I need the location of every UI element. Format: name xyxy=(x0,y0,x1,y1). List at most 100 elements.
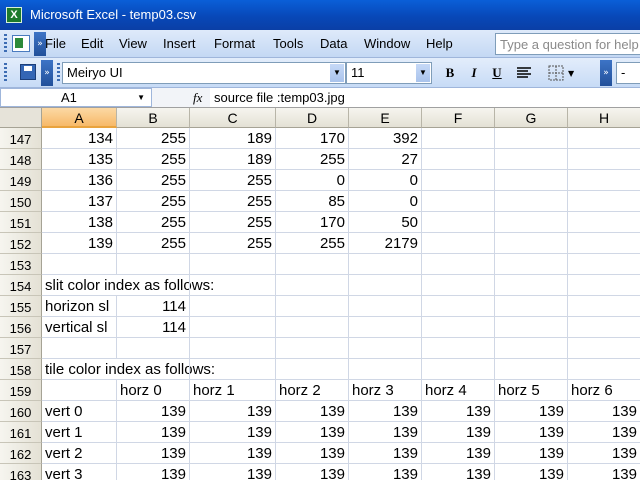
cell-h153[interactable] xyxy=(568,254,640,275)
cell-d154[interactable] xyxy=(276,275,349,296)
cell-a152[interactable]: 139 xyxy=(42,233,117,254)
row-header[interactable]: 158 xyxy=(0,359,42,380)
cell-g154[interactable] xyxy=(495,275,568,296)
cell-f159[interactable]: horz 4 xyxy=(422,380,495,401)
chevron-down-icon[interactable]: ▼ xyxy=(137,90,145,106)
cell-g150[interactable] xyxy=(495,191,568,212)
cell-e160[interactable]: 139 xyxy=(349,401,422,422)
cell-e148[interactable]: 27 xyxy=(349,149,422,170)
cell-b159[interactable]: horz 0 xyxy=(117,380,190,401)
cell-b154[interactable] xyxy=(117,275,190,296)
borders-dropdown-arrow[interactable]: ▼ xyxy=(568,69,574,78)
cell-h159[interactable]: horz 6 xyxy=(568,380,640,401)
cell-b152[interactable]: 255 xyxy=(117,233,190,254)
cell-e155[interactable] xyxy=(349,296,422,317)
align-left-icon[interactable] xyxy=(514,63,534,83)
cell-f154[interactable] xyxy=(422,275,495,296)
cell-g147[interactable] xyxy=(495,128,568,149)
formula-input[interactable]: source file :temp03.jpg xyxy=(210,88,640,107)
menu-edit[interactable]: Edit xyxy=(81,36,103,51)
menu-file[interactable]: File xyxy=(45,36,66,51)
chevron-down-icon[interactable]: ▼ xyxy=(330,64,344,82)
row-header[interactable]: 155 xyxy=(0,296,42,317)
cell-e156[interactable] xyxy=(349,317,422,338)
row-header[interactable]: 162 xyxy=(0,443,42,464)
insert-function-icon[interactable]: fx xyxy=(193,90,202,106)
cell-e149[interactable]: 0 xyxy=(349,170,422,191)
cell-a149[interactable]: 136 xyxy=(42,170,117,191)
cell-f157[interactable] xyxy=(422,338,495,359)
cell-g159[interactable]: horz 5 xyxy=(495,380,568,401)
cell-c154[interactable] xyxy=(190,275,276,296)
cell-c151[interactable]: 255 xyxy=(190,212,276,233)
cell-b163[interactable]: 139 xyxy=(117,464,190,480)
cell-f156[interactable] xyxy=(422,317,495,338)
cell-h149[interactable] xyxy=(568,170,640,191)
cell-c162[interactable]: 139 xyxy=(190,443,276,464)
cell-e161[interactable]: 139 xyxy=(349,422,422,443)
cell-d156[interactable] xyxy=(276,317,349,338)
cell-b149[interactable]: 255 xyxy=(117,170,190,191)
cell-c153[interactable] xyxy=(190,254,276,275)
cell-b161[interactable]: 139 xyxy=(117,422,190,443)
cell-b148[interactable]: 255 xyxy=(117,149,190,170)
cell-h160[interactable]: 139 xyxy=(568,401,640,422)
toolbar-options-chevron[interactable]: » xyxy=(41,60,53,86)
cell-f155[interactable] xyxy=(422,296,495,317)
cell-a161[interactable]: vert 1 xyxy=(42,422,117,443)
cell-d161[interactable]: 139 xyxy=(276,422,349,443)
toolbar-grip-handle[interactable] xyxy=(4,63,7,83)
select-all-corner[interactable] xyxy=(0,108,42,128)
cell-g152[interactable] xyxy=(495,233,568,254)
cell-d147[interactable]: 170 xyxy=(276,128,349,149)
cell-c158[interactable] xyxy=(190,359,276,380)
cell-a154[interactable]: slit color index as follows: xyxy=(42,275,214,296)
cell-g158[interactable] xyxy=(495,359,568,380)
cell-a148[interactable]: 135 xyxy=(42,149,117,170)
cell-f161[interactable]: 139 xyxy=(422,422,495,443)
chevron-down-icon[interactable]: ▼ xyxy=(416,64,430,82)
column-header-h[interactable]: H xyxy=(568,108,640,128)
menu-tools[interactable]: Tools xyxy=(273,36,303,51)
cell-a153[interactable] xyxy=(42,254,117,275)
borders-icon[interactable] xyxy=(546,63,566,83)
row-header[interactable]: 163 xyxy=(0,464,42,480)
cell-b153[interactable] xyxy=(117,254,190,275)
cell-e162[interactable]: 139 xyxy=(349,443,422,464)
column-header-f[interactable]: F xyxy=(422,108,495,128)
workbook-icon[interactable] xyxy=(12,35,30,52)
cell-c159[interactable]: horz 1 xyxy=(190,380,276,401)
cell-d148[interactable]: 255 xyxy=(276,149,349,170)
cell-b160[interactable]: 139 xyxy=(117,401,190,422)
cell-f150[interactable] xyxy=(422,191,495,212)
menu-data[interactable]: Data xyxy=(320,36,347,51)
cell-f163[interactable]: 139 xyxy=(422,464,495,480)
cell-e150[interactable]: 0 xyxy=(349,191,422,212)
cell-e151[interactable]: 50 xyxy=(349,212,422,233)
column-header-a[interactable]: A xyxy=(42,108,117,128)
cell-f148[interactable] xyxy=(422,149,495,170)
cell-a147[interactable]: 134 xyxy=(42,128,117,149)
cell-f149[interactable] xyxy=(422,170,495,191)
cell-a162[interactable]: vert 2 xyxy=(42,443,117,464)
row-header[interactable]: 157 xyxy=(0,338,42,359)
cell-e154[interactable] xyxy=(349,275,422,296)
row-header[interactable]: 147 xyxy=(0,128,42,149)
cell-f158[interactable] xyxy=(422,359,495,380)
cell-e158[interactable] xyxy=(349,359,422,380)
cell-h158[interactable] xyxy=(568,359,640,380)
cell-d155[interactable] xyxy=(276,296,349,317)
cell-b158[interactable] xyxy=(117,359,190,380)
row-header[interactable]: 152 xyxy=(0,233,42,254)
cell-d151[interactable]: 170 xyxy=(276,212,349,233)
cell-f151[interactable] xyxy=(422,212,495,233)
cell-h152[interactable] xyxy=(568,233,640,254)
cell-c149[interactable]: 255 xyxy=(190,170,276,191)
cell-b150[interactable]: 255 xyxy=(117,191,190,212)
name-box[interactable]: A1 ▼ xyxy=(0,88,152,107)
cell-g155[interactable] xyxy=(495,296,568,317)
cell-a157[interactable] xyxy=(42,338,117,359)
cell-b147[interactable]: 255 xyxy=(117,128,190,149)
save-icon[interactable] xyxy=(20,64,36,80)
cell-d163[interactable]: 139 xyxy=(276,464,349,480)
